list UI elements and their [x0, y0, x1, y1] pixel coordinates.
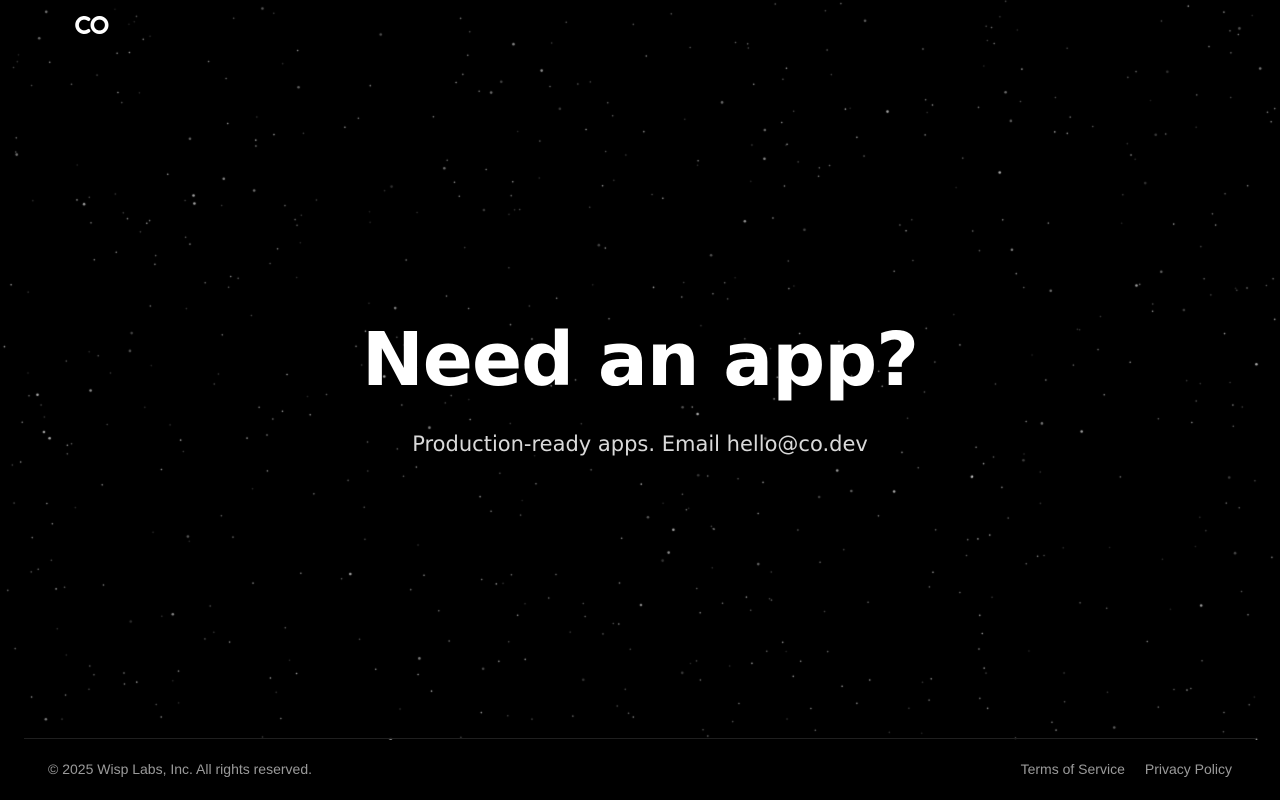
hero-section: Need an app? Production-ready apps. Emai… — [0, 312, 1280, 458]
hero-title: Need an app? — [361, 317, 919, 403]
hero-subtitle-text: Production-ready apps. Email — [412, 432, 727, 456]
copyright-text: © 2025 Wisp Labs, Inc. All rights reserv… — [48, 761, 312, 777]
terms-of-service-link[interactable]: Terms of Service — [1021, 759, 1125, 779]
hero-subtitle: Production-ready apps. Email hello@co.de… — [0, 430, 1280, 458]
footer-links: Terms of Service Privacy Policy — [1021, 759, 1232, 779]
privacy-policy-link[interactable]: Privacy Policy — [1145, 759, 1232, 779]
email-link[interactable]: hello@co.dev — [727, 432, 868, 456]
logo-mark — [75, 16, 109, 34]
footer: © 2025 Wisp Labs, Inc. All rights reserv… — [24, 738, 1256, 800]
co-logo-icon[interactable] — [72, 12, 112, 38]
